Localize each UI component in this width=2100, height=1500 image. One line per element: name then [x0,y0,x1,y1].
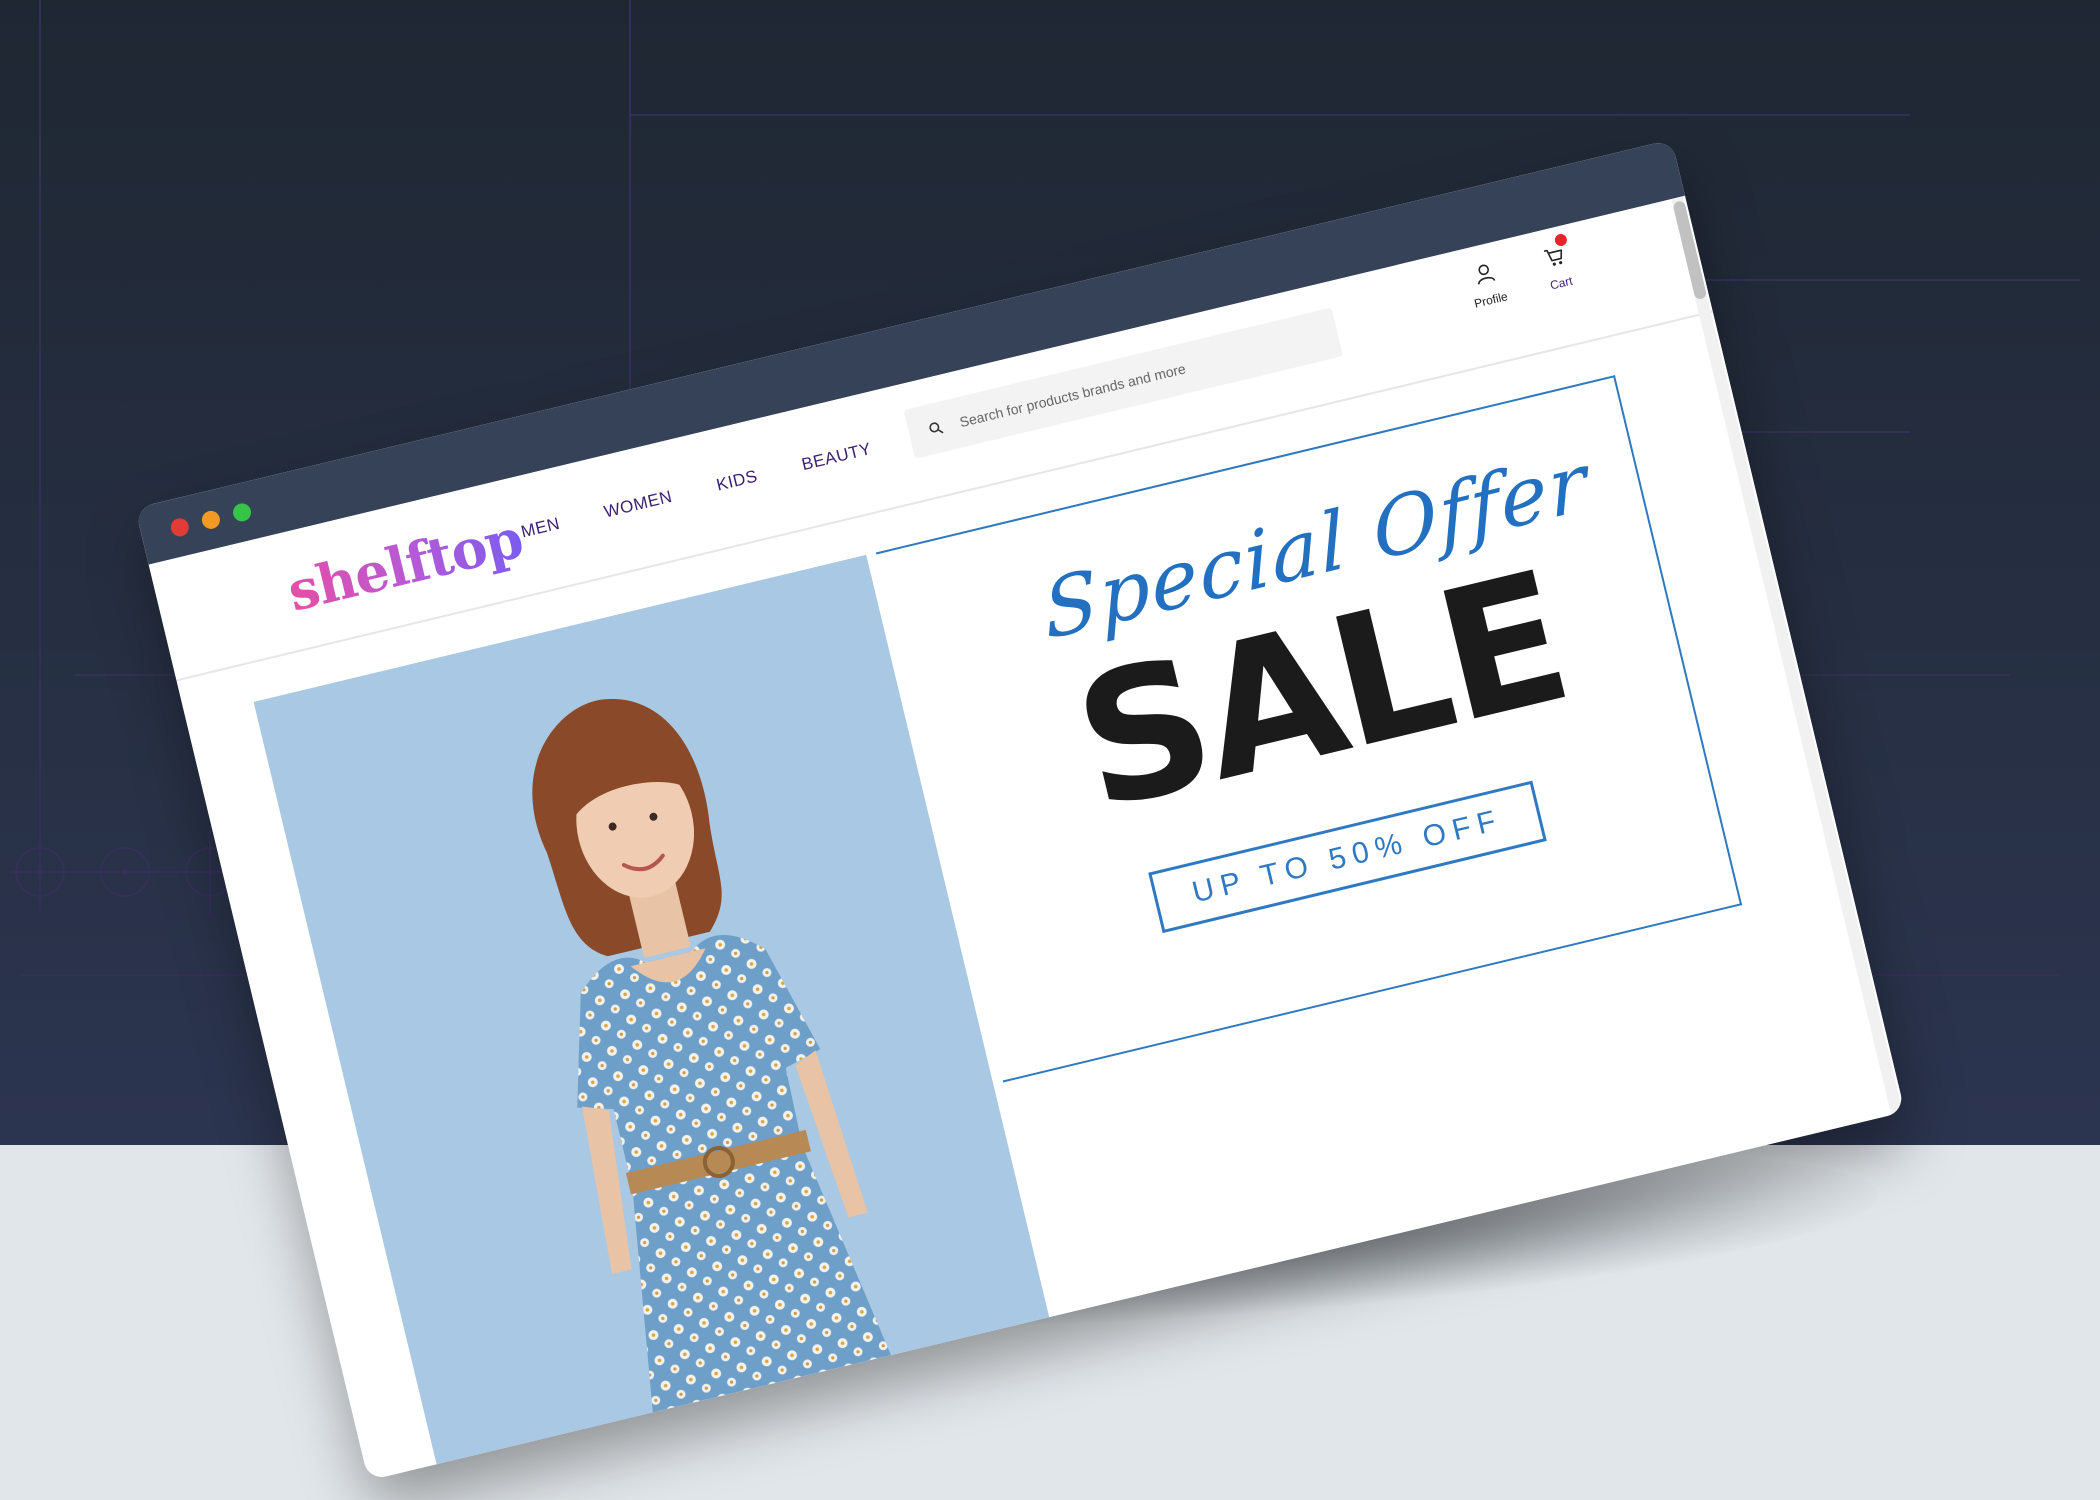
nav-item-men[interactable]: MEN [519,514,562,543]
nav-item-kids[interactable]: KIDS [714,466,759,495]
cart-icon [1542,244,1570,275]
cart-label: Cart [1548,273,1574,293]
header-actions: Profile Cart [1466,232,1574,311]
profile-button[interactable]: Profile [1466,259,1510,311]
minimize-window-button[interactable] [200,509,222,531]
nav-item-women[interactable]: WOMEN [602,487,674,523]
profile-label: Profile [1472,289,1510,311]
cart-button[interactable]: Cart [1541,232,1574,293]
search-icon[interactable] [922,415,949,442]
maximize-window-button[interactable] [231,501,253,524]
shelftop-logo[interactable]: shelftop [282,506,529,624]
user-icon [1471,260,1499,291]
close-window-button[interactable] [168,516,191,539]
nav-item-beauty[interactable]: BEAUTY [800,439,874,475]
scene: shelftop MEN WOMEN KIDS BEAUTY Search fo… [0,0,2100,1500]
